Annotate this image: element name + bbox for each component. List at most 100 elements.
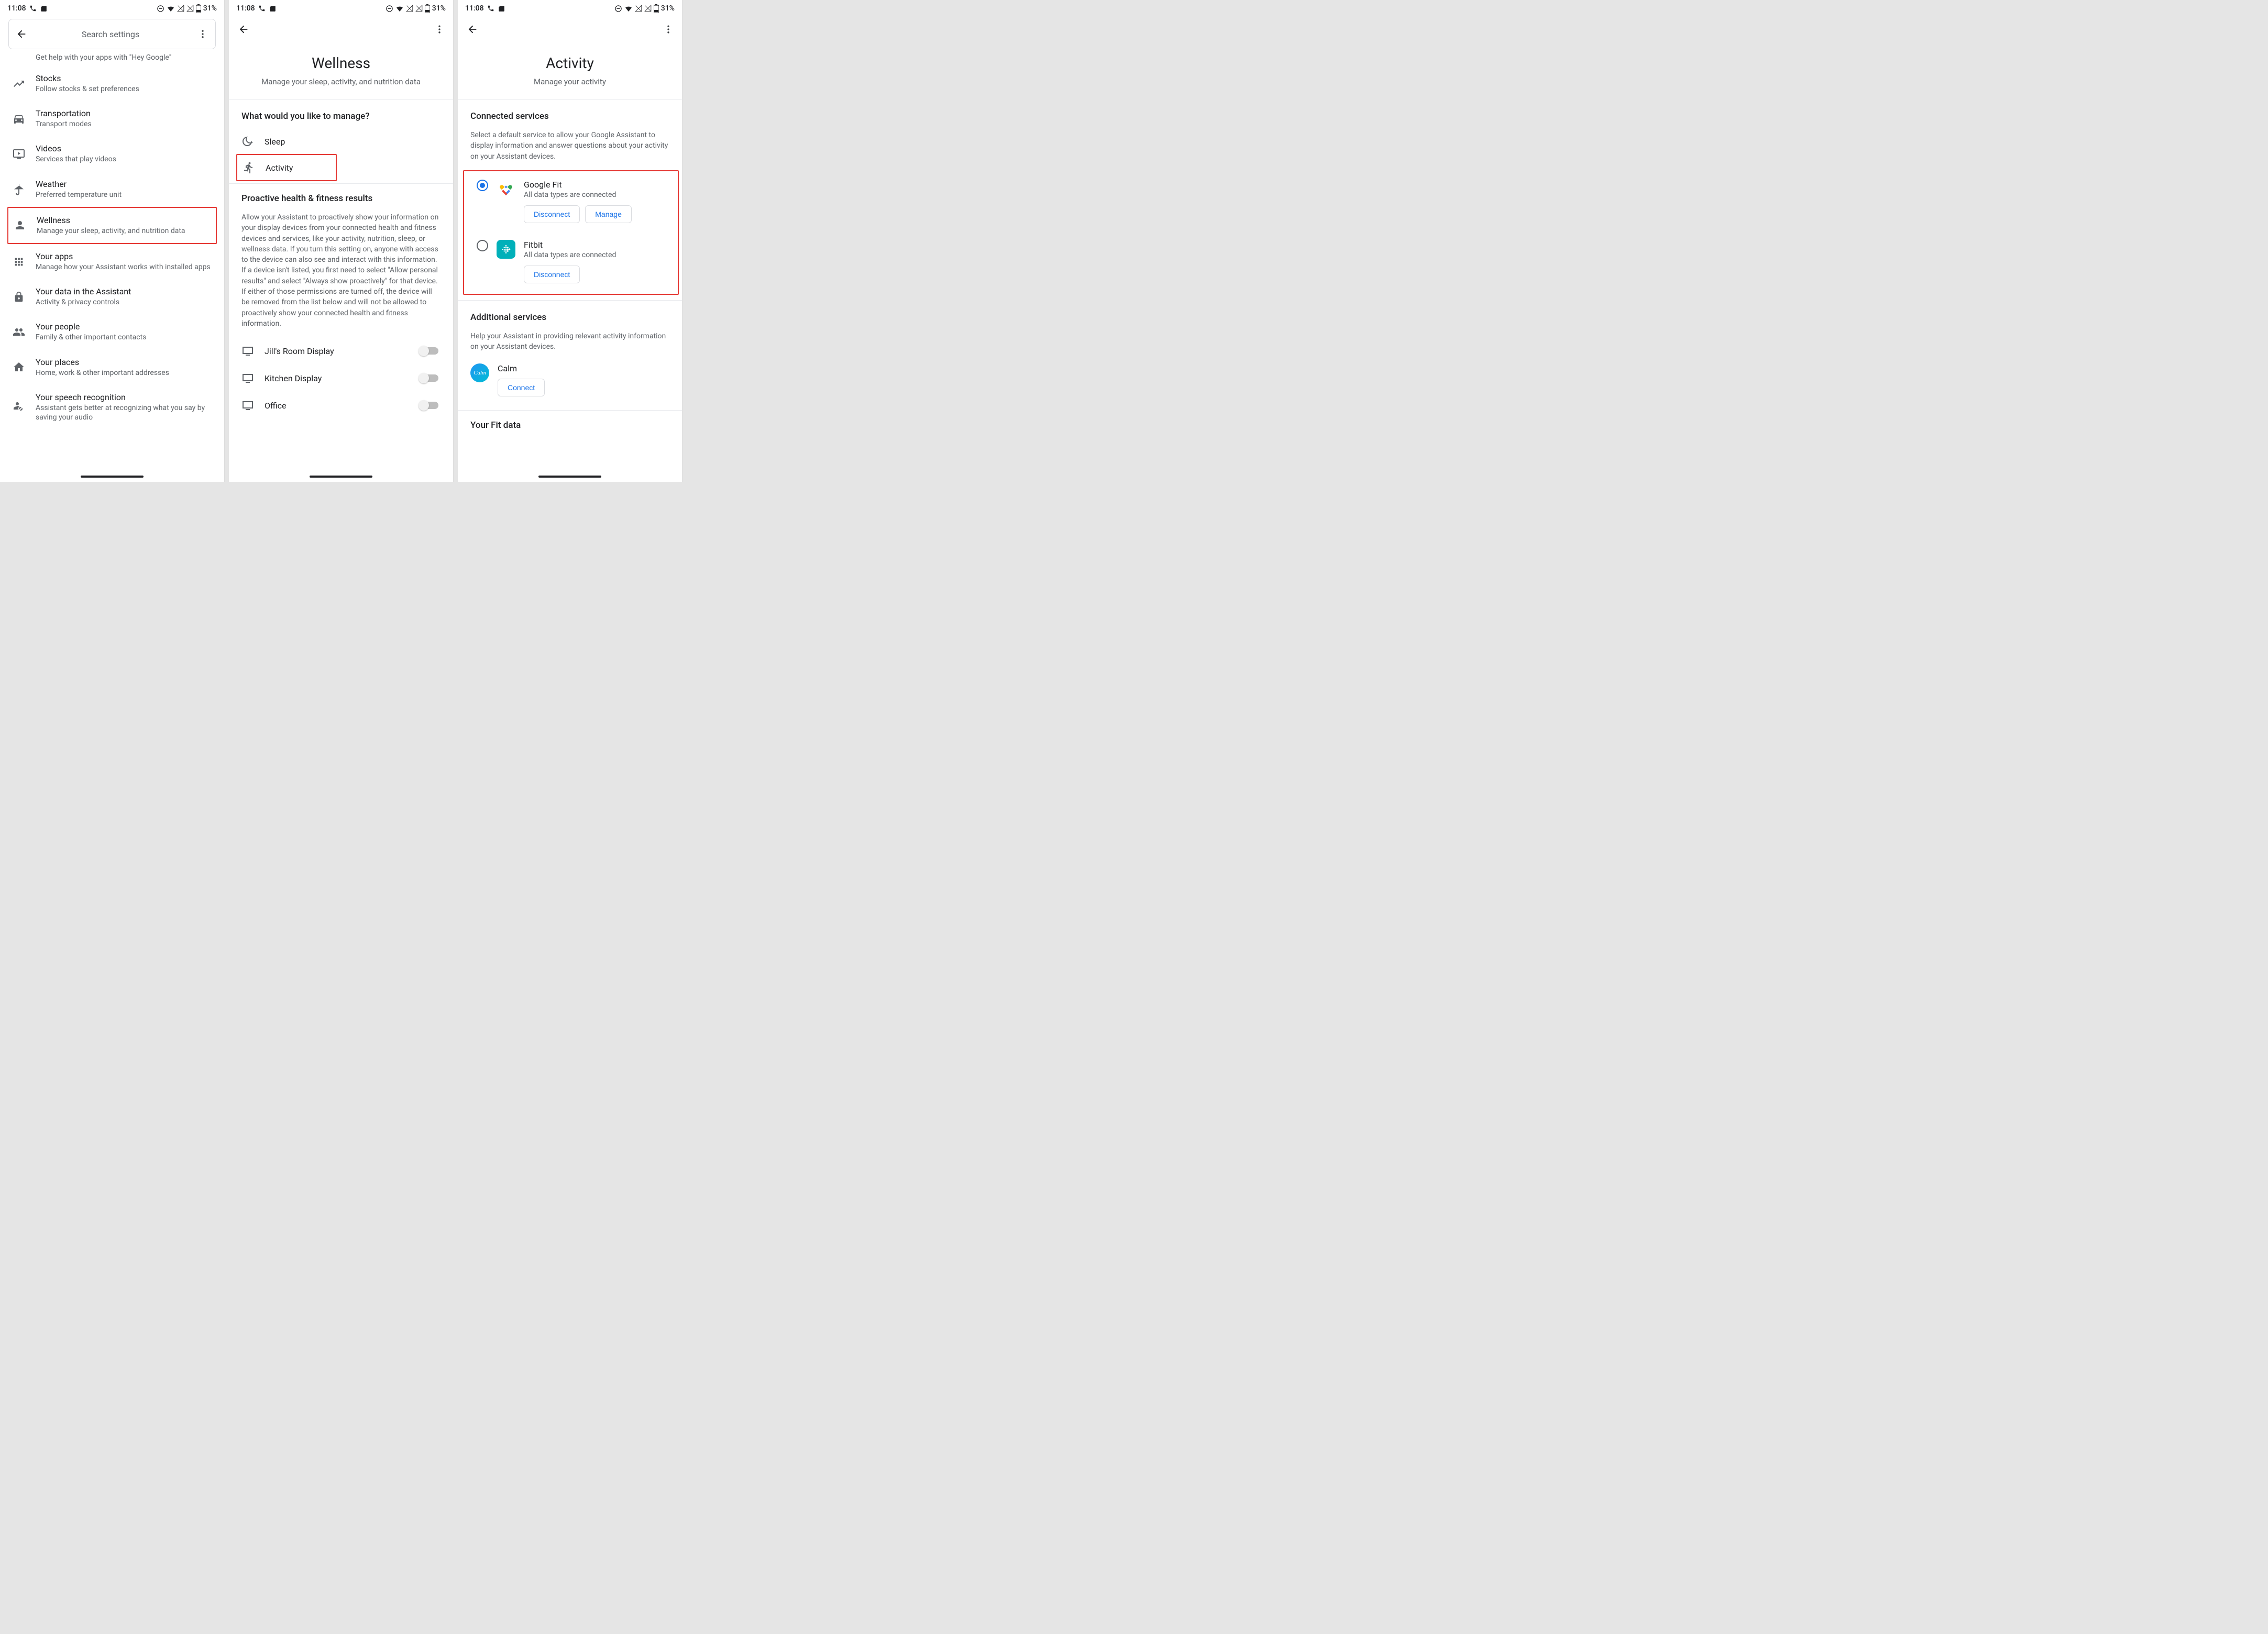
- nav-pill[interactable]: [81, 476, 144, 478]
- google-fit-icon: [497, 180, 515, 198]
- display-icon: [241, 399, 254, 412]
- apps-grid-icon: [13, 256, 25, 268]
- nav-pill[interactable]: [310, 476, 372, 478]
- settings-item-your-places[interactable]: Your placesHome, work & other important …: [0, 350, 224, 385]
- wellness-screen: 11:08 31% Wellness Manage your sleep, ac…: [229, 0, 454, 482]
- settings-item-weather[interactable]: WeatherPreferred temperature unit: [0, 172, 224, 207]
- signal-bar-2-icon: [644, 5, 652, 12]
- disconnect-google-fit-button[interactable]: Disconnect: [524, 205, 580, 223]
- settings-item-speech[interactable]: Your speech recognitionAssistant gets be…: [0, 385, 224, 429]
- signal-bar-icon: [406, 5, 413, 12]
- home-icon: [13, 361, 25, 373]
- back-arrow-icon[interactable]: [15, 28, 28, 40]
- do-not-disturb-icon: [386, 5, 393, 13]
- people-icon: [13, 326, 25, 338]
- manage-google-fit-button[interactable]: Manage: [585, 205, 632, 223]
- sim-card-icon: [40, 5, 47, 12]
- page-subtitle: Manage your sleep, activity, and nutriti…: [250, 77, 432, 86]
- video-icon: [13, 148, 25, 160]
- page-title: Wellness: [250, 54, 432, 72]
- disconnect-fitbit-button[interactable]: Disconnect: [524, 266, 580, 283]
- status-battery-pct: 31%: [203, 4, 217, 13]
- radio-fitbit[interactable]: [477, 240, 488, 251]
- back-arrow-icon[interactable]: [237, 23, 250, 36]
- overflow-menu-icon[interactable]: [659, 20, 678, 39]
- activity-screen: 11:08 31% Activity Manage your activity …: [458, 0, 682, 482]
- settings-item-videos[interactable]: VideosServices that play videos: [0, 136, 224, 171]
- connected-desc: Select a default service to allow your G…: [458, 125, 682, 170]
- additional-desc: Help your Assistant in providing relevan…: [458, 326, 682, 361]
- wellness-option-sleep[interactable]: Sleep: [229, 125, 453, 154]
- status-bar: 11:08 31%: [0, 0, 224, 15]
- radio-google-fit[interactable]: [477, 180, 488, 191]
- trending-up-icon: [13, 78, 25, 90]
- settings-screen: 11:08 31% Search settings Get help with …: [0, 0, 225, 482]
- calm-icon: Calm: [470, 363, 489, 382]
- settings-item-transportation[interactable]: TransportationTransport modes: [0, 101, 224, 136]
- status-battery-pct: 31%: [661, 4, 675, 13]
- status-time: 11:08: [465, 4, 484, 13]
- status-bar: 11:08 31%: [229, 0, 453, 15]
- phone-call-icon: [487, 5, 494, 12]
- service-fitbit[interactable]: Fitbit All data types are connected Disc…: [464, 231, 678, 292]
- device-toggle-2[interactable]: [420, 374, 438, 382]
- device-row-2[interactable]: Kitchen Display: [229, 365, 453, 392]
- manage-heading: What would you like to manage?: [229, 100, 453, 125]
- sim-card-icon: [269, 5, 276, 12]
- proactive-body: Allow your Assistant to proactively show…: [229, 207, 453, 337]
- car-icon: [13, 113, 25, 125]
- battery-icon: [425, 4, 430, 13]
- fitbit-icon: [497, 240, 515, 259]
- display-icon: [241, 345, 254, 357]
- signal-bar-2-icon: [186, 5, 194, 12]
- person-icon: [14, 219, 26, 231]
- phone-call-icon: [258, 5, 266, 12]
- page-title: Activity: [479, 54, 661, 72]
- moon-icon: [241, 135, 254, 148]
- settings-item-wellness[interactable]: WellnessManage your sleep, activity, and…: [8, 208, 216, 243]
- settings-item-stocks[interactable]: StocksFollow stocks & set preferences: [0, 66, 224, 101]
- fit-data-heading: Your Fit data: [458, 411, 682, 434]
- signal-bar-icon: [635, 5, 642, 12]
- nav-pill[interactable]: [538, 476, 601, 478]
- overflow-menu-icon[interactable]: [193, 25, 212, 43]
- wifi-icon: [624, 4, 633, 13]
- additional-heading: Additional services: [458, 301, 682, 326]
- do-not-disturb-icon: [614, 5, 622, 13]
- status-battery-pct: 31%: [432, 4, 446, 13]
- device-row-3[interactable]: Office: [229, 392, 453, 419]
- connect-calm-button[interactable]: Connect: [498, 379, 545, 396]
- wellness-option-activity[interactable]: Activity: [237, 155, 336, 180]
- device-toggle-3[interactable]: [420, 402, 438, 409]
- lock-icon: [13, 291, 25, 303]
- settings-item-your-apps[interactable]: Your appsManage how your Assistant works…: [0, 244, 224, 279]
- status-time: 11:08: [7, 4, 26, 13]
- status-time: 11:08: [236, 4, 255, 13]
- signal-bar-2-icon: [415, 5, 423, 12]
- battery-icon: [196, 4, 201, 13]
- display-icon: [241, 372, 254, 384]
- overflow-menu-icon[interactable]: [430, 20, 449, 39]
- umbrella-icon: [13, 183, 25, 195]
- service-google-fit[interactable]: Google Fit All data types are connected …: [464, 171, 678, 231]
- search-bar[interactable]: Search settings: [8, 19, 216, 49]
- page-subtitle: Manage your activity: [479, 77, 661, 86]
- phone-call-icon: [29, 5, 37, 12]
- settings-item-your-people[interactable]: Your peopleFamily & other important cont…: [0, 314, 224, 349]
- signal-bar-icon: [177, 5, 184, 12]
- device-toggle-1[interactable]: [420, 347, 438, 355]
- battery-icon: [654, 4, 659, 13]
- back-arrow-icon[interactable]: [466, 23, 479, 36]
- settings-item-your-data[interactable]: Your data in the AssistantActivity & pri…: [0, 279, 224, 314]
- running-icon: [243, 161, 255, 174]
- partial-item-top: Get help with your apps with "Hey Google…: [0, 53, 224, 66]
- wifi-icon: [395, 4, 404, 13]
- connected-heading: Connected services: [458, 100, 682, 125]
- do-not-disturb-icon: [157, 5, 164, 13]
- sim-card-icon: [498, 5, 505, 12]
- device-row-1[interactable]: Jill's Room Display: [229, 337, 453, 365]
- additional-service-calm[interactable]: Calm Calm Connect: [458, 360, 682, 410]
- search-placeholder: Search settings: [38, 29, 183, 39]
- status-bar: 11:08 31%: [458, 0, 682, 15]
- proactive-heading: Proactive health & fitness results: [229, 184, 453, 207]
